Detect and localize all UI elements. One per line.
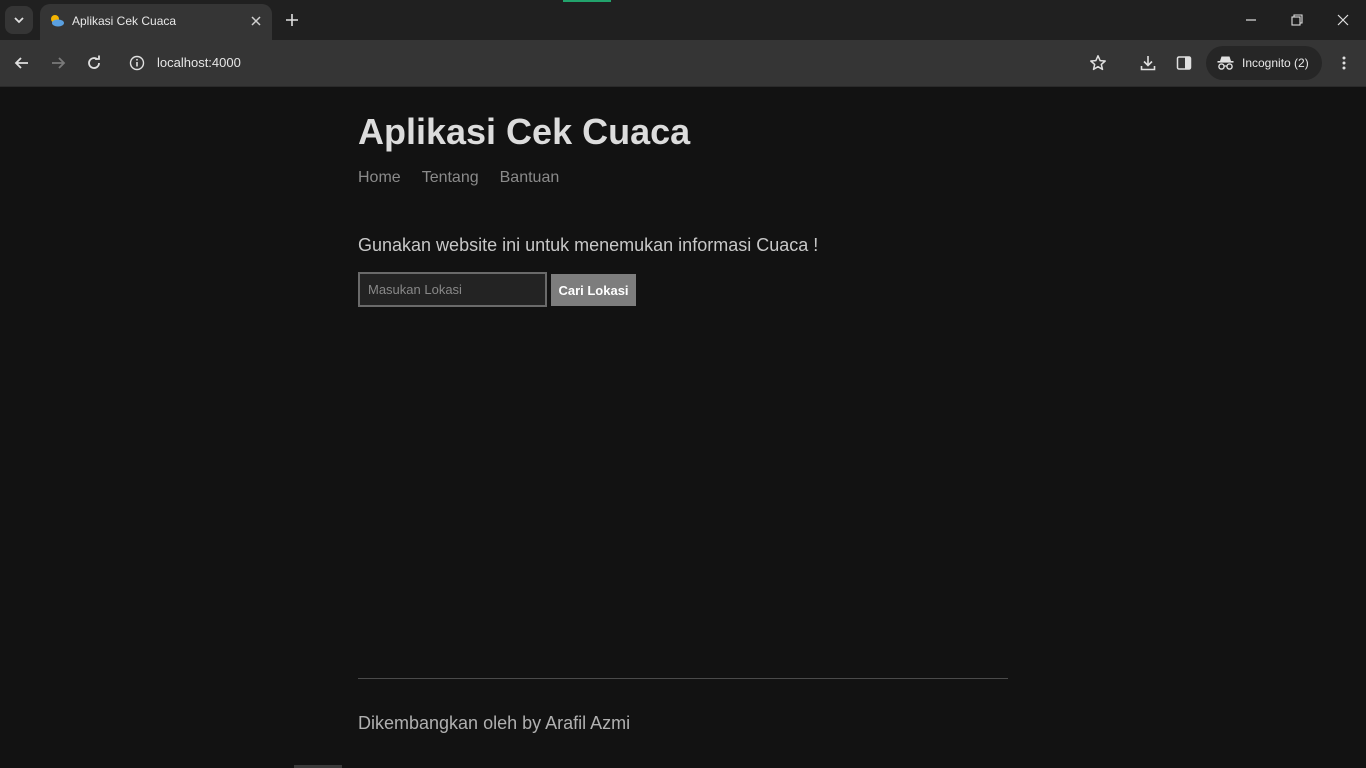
page-content: Aplikasi Cek Cuaca Home Tentang Bantuan …: [0, 87, 1366, 768]
browser-menu-button[interactable]: [1331, 50, 1357, 76]
close-icon: [251, 16, 261, 26]
page-title: Aplikasi Cek Cuaca: [358, 111, 691, 152]
restore-button[interactable]: [1285, 8, 1309, 32]
new-tab-button[interactable]: [282, 10, 302, 30]
window-close-button[interactable]: [1331, 8, 1355, 32]
chevron-down-icon: [14, 17, 24, 24]
downloads-button[interactable]: [1135, 50, 1161, 76]
more-vertical-icon: [1342, 56, 1346, 70]
tab-title: Aplikasi Cek Cuaca: [72, 14, 177, 28]
browser-toolbar: localhost:4000 Incognito (2): [0, 40, 1366, 87]
incognito-icon: [1217, 56, 1234, 70]
restore-icon: [1291, 14, 1303, 26]
bookmark-button[interactable]: [1085, 50, 1111, 76]
weather-favicon-icon: [51, 15, 64, 27]
intro-text: Gunakan website ini untuk menemukan info…: [358, 235, 819, 255]
browser-tab[interactable]: Aplikasi Cek Cuaca: [40, 4, 272, 40]
close-icon: [1337, 14, 1349, 26]
arrow-right-icon: [52, 57, 66, 69]
back-button[interactable]: [9, 50, 35, 76]
forward-button[interactable]: [45, 50, 71, 76]
nav-link-tentang[interactable]: Tentang: [422, 169, 479, 187]
footer-credit: Dikembangkan oleh by Arafil Azmi: [358, 713, 631, 733]
site-nav: Home Tentang Bantuan: [358, 169, 559, 187]
tab-strip: Aplikasi Cek Cuaca: [0, 0, 1366, 40]
incognito-label: Incognito (2): [1242, 56, 1309, 70]
incognito-profile-button[interactable]: Incognito (2): [1206, 46, 1322, 80]
search-location-button[interactable]: Cari Lokasi: [551, 274, 636, 306]
tab-search-button[interactable]: [5, 6, 33, 34]
reload-button[interactable]: [81, 50, 107, 76]
minimize-icon: [1246, 19, 1256, 21]
footer-divider: [358, 678, 1008, 679]
reload-icon: [88, 55, 100, 69]
tab-close-button[interactable]: [248, 13, 264, 29]
nav-link-home[interactable]: Home: [358, 169, 401, 187]
side-panel-button[interactable]: [1171, 50, 1197, 76]
site-info-button[interactable]: [124, 50, 150, 76]
tab-strip-indicator: [563, 0, 611, 2]
arrow-left-icon: [14, 57, 28, 69]
location-input[interactable]: [358, 272, 547, 307]
side-panel-icon: [1176, 56, 1192, 70]
download-icon: [1140, 56, 1156, 71]
address-bar-url[interactable]: localhost:4000: [157, 55, 241, 70]
nav-link-bantuan[interactable]: Bantuan: [500, 169, 560, 187]
plus-icon: [286, 14, 298, 26]
minimize-button[interactable]: [1239, 8, 1263, 32]
star-icon: [1090, 55, 1106, 71]
info-icon: [129, 55, 145, 71]
